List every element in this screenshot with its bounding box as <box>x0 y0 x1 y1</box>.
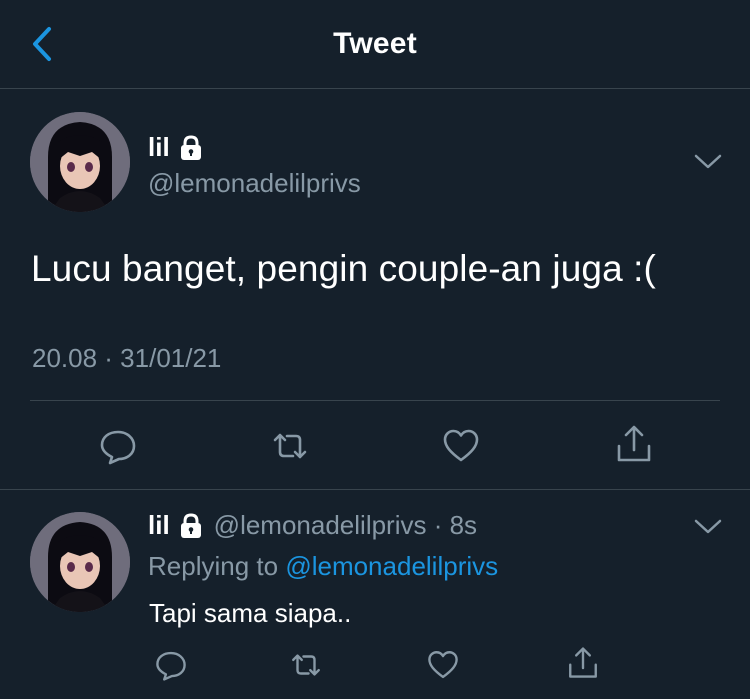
retweet-icon <box>273 433 307 459</box>
reply-like-button[interactable] <box>423 645 463 685</box>
top-bar: Tweet <box>0 0 750 89</box>
reply-tweet-text: Tapi sama siapa.. <box>149 598 352 628</box>
page-title: Tweet <box>333 27 417 60</box>
replying-to-label: Replying to <box>148 551 286 581</box>
replying-to: Replying to @lemonadelilprivs <box>148 551 498 582</box>
retweet-icon <box>292 654 320 676</box>
author-name[interactable]: lil <box>148 132 204 163</box>
retweet-button[interactable] <box>268 424 312 468</box>
reply-share-button[interactable] <box>563 643 603 683</box>
reply-icon <box>100 430 136 465</box>
divider <box>0 489 750 490</box>
display-name: lil <box>148 132 170 162</box>
reply-handle-time[interactable]: @lemonadelilprivs · 8s <box>214 510 477 541</box>
lock-icon <box>180 134 201 160</box>
reply-icon <box>156 651 186 681</box>
reply-menu-button[interactable] <box>692 515 724 539</box>
like-button[interactable] <box>439 424 483 468</box>
lock-icon <box>180 512 201 538</box>
chevron-down-icon <box>694 154 722 169</box>
avatar[interactable] <box>30 112 130 212</box>
share-icon <box>617 425 651 462</box>
divider <box>30 400 720 401</box>
tweet-text: Lucu banget, pengin couple-an juga :( <box>31 248 656 289</box>
reply-author-name[interactable]: lil <box>148 510 204 541</box>
replying-to-link[interactable]: @lemonadelilprivs <box>285 551 498 581</box>
reply-display-name: lil <box>148 510 170 540</box>
like-icon <box>428 651 458 679</box>
reply-header: lil @lemonadelilprivs · 8s <box>148 510 477 541</box>
tweet-menu-button[interactable] <box>692 150 724 174</box>
share-icon <box>569 647 597 678</box>
share-button[interactable] <box>612 422 656 466</box>
like-icon <box>443 429 479 462</box>
reply-button[interactable] <box>96 424 140 468</box>
reply-reply-button[interactable] <box>151 645 191 685</box>
reply-avatar[interactable] <box>30 512 130 612</box>
tweet-timestamp[interactable]: 20.08 · 31/01/21 <box>32 343 221 374</box>
reply-retweet-button[interactable] <box>286 645 326 685</box>
chevron-down-icon <box>694 519 722 534</box>
author-handle[interactable]: @lemonadelilprivs <box>148 168 361 199</box>
